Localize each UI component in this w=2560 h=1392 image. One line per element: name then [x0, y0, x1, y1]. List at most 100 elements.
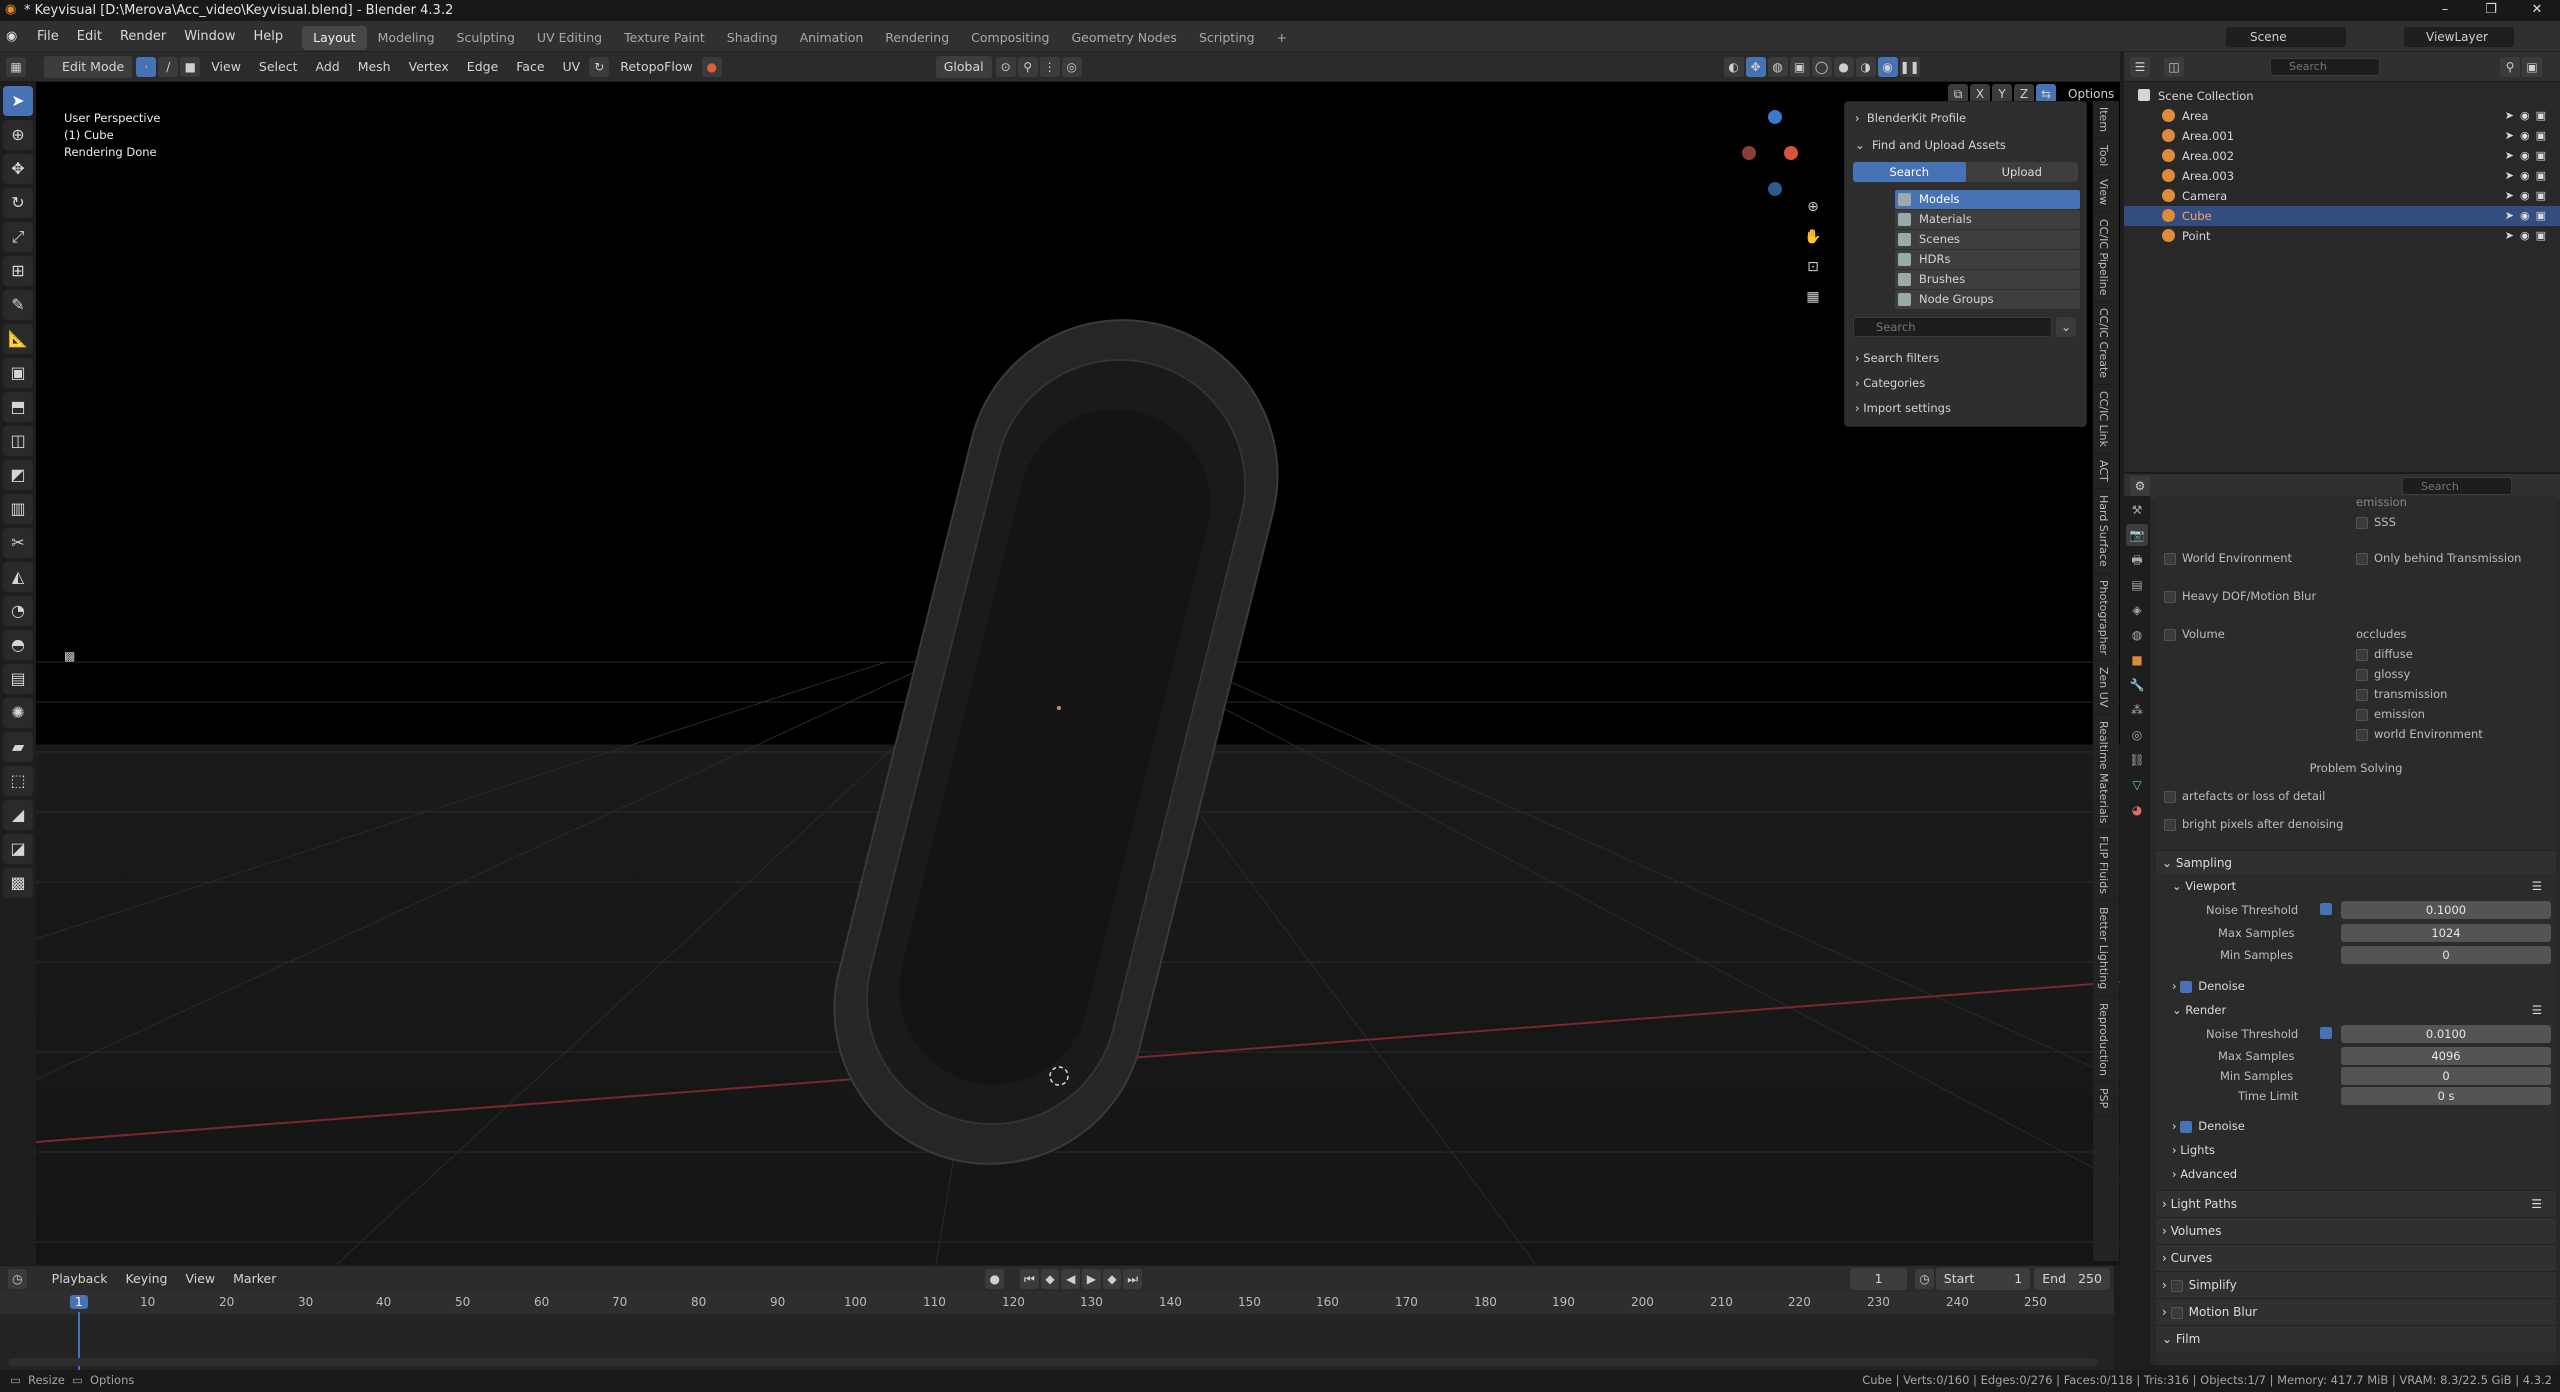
- transmission-checkbox[interactable]: [2356, 688, 2368, 701]
- snap-target-icon[interactable]: ⋮: [1039, 56, 1060, 77]
- menu-add[interactable]: Add: [306, 52, 348, 82]
- poly-build-tool-icon[interactable]: ◭: [3, 562, 33, 592]
- list-icon[interactable]: ☰: [2532, 874, 2542, 898]
- annotate-tool-icon[interactable]: ✎: [3, 290, 33, 320]
- scene-tab-icon[interactable]: ◈: [2126, 599, 2148, 621]
- simplify-checkbox[interactable]: [2170, 1279, 2183, 1292]
- menu-vertex[interactable]: Vertex: [400, 52, 458, 82]
- end-frame-field[interactable]: End 250: [2034, 1268, 2110, 1290]
- face-select-icon[interactable]: ■: [180, 56, 201, 77]
- category-scenes[interactable]: Scenes: [1895, 230, 2080, 249]
- category-materials[interactable]: Materials: [1895, 210, 2080, 229]
- play-reverse-icon[interactable]: ◀: [1061, 1269, 1081, 1289]
- blenderkit-find-header[interactable]: ⌄ Find and Upload Assets: [1845, 134, 2086, 156]
- edge-select-icon[interactable]: /: [158, 56, 179, 77]
- extrude-tool-icon[interactable]: ⬒: [3, 392, 33, 422]
- gizmo-x-icon[interactable]: [1784, 146, 1798, 160]
- timeline-editor-icon[interactable]: ◷: [8, 1269, 27, 1289]
- wireframe-shading-icon[interactable]: ◯: [1811, 56, 1832, 77]
- properties-search-input[interactable]: [2402, 477, 2512, 495]
- render-subpanel-header[interactable]: ⌄ Render ☰: [2156, 998, 2556, 1022]
- r-max-field[interactable]: 4096: [2341, 1047, 2551, 1065]
- vp-min-field[interactable]: 0: [2341, 946, 2551, 964]
- vp-max-field[interactable]: 1024: [2341, 924, 2551, 942]
- tab-modeling[interactable]: Modeling: [367, 26, 446, 50]
- world-tab-icon[interactable]: ◍: [2126, 624, 2148, 646]
- bright-pixels-checkbox[interactable]: [2164, 818, 2176, 831]
- move-tool-icon[interactable]: ✥: [3, 154, 33, 184]
- display-mode-icon[interactable]: ◫: [2164, 56, 2184, 77]
- retopo-tool-icon[interactable]: ◢: [3, 800, 33, 830]
- physics-tab-icon[interactable]: ◎: [2126, 724, 2148, 746]
- xray-icon[interactable]: ▣: [1789, 56, 1810, 77]
- tab-geometry-nodes[interactable]: Geometry Nodes: [1061, 26, 1188, 50]
- outliner-row-cube[interactable]: Cube ➤◉▣: [2124, 206, 2560, 226]
- list-icon[interactable]: ☰: [2532, 998, 2542, 1022]
- sidetab-ccic-link[interactable]: CC/IC Link: [2093, 385, 2114, 455]
- outliner-row-area-001[interactable]: Area.001 ➤◉▣: [2124, 126, 2560, 146]
- add-workspace-icon[interactable]: +: [1266, 26, 1298, 50]
- pause-render-icon[interactable]: ❚❚: [1899, 56, 1920, 77]
- film-panel[interactable]: ⌄ Film: [2156, 1325, 2556, 1352]
- outliner-row-area-003[interactable]: Area.003 ➤◉▣: [2124, 166, 2560, 186]
- menu-keying[interactable]: Keying: [116, 1266, 176, 1292]
- visibility-toggles[interactable]: ➤◉▣: [2505, 146, 2552, 166]
- vp-noise-field[interactable]: 0.1000: [2341, 901, 2551, 919]
- play-icon[interactable]: ▶: [1082, 1269, 1101, 1289]
- vp-denoise-header[interactable]: › Denoise: [2156, 974, 2556, 998]
- import-settings-toggle[interactable]: › Import settings: [1845, 397, 2086, 419]
- menu-help[interactable]: Help: [245, 21, 293, 52]
- tab-scripting[interactable]: Scripting: [1188, 26, 1266, 50]
- spin-tool-icon[interactable]: ◔: [3, 596, 33, 626]
- sidetab-item[interactable]: Item: [2093, 101, 2114, 140]
- sidetab-tool[interactable]: Tool: [2093, 139, 2114, 174]
- volume-checkbox[interactable]: [2164, 628, 2176, 641]
- sidetab-photographer[interactable]: Photographer: [2093, 574, 2114, 662]
- visibility-toggles[interactable]: ➤◉▣: [2505, 206, 2552, 226]
- scene-collection-row[interactable]: Scene Collection: [2124, 86, 2560, 106]
- blenderkit-profile-header[interactable]: › BlenderKit Profile: [1845, 107, 2086, 129]
- measure-tool-icon[interactable]: 📐: [3, 324, 33, 354]
- category-models[interactable]: Models: [1895, 190, 2080, 209]
- vertex-select-icon[interactable]: ·: [136, 56, 157, 77]
- outliner-search-input[interactable]: [2270, 57, 2380, 76]
- outliner-row-area-002[interactable]: Area.002 ➤◉▣: [2124, 146, 2560, 166]
- menu-marker[interactable]: Marker: [224, 1266, 285, 1292]
- shrink-fatten-tool-icon[interactable]: ✺: [3, 698, 33, 728]
- retopoflow-menu[interactable]: RetopoFlow: [611, 52, 701, 82]
- blenderkit-search-tab[interactable]: Search: [1853, 162, 1966, 182]
- sidetab-ccic-pipeline[interactable]: CC/IC Pipeline: [2093, 213, 2114, 303]
- rotate-tool-icon[interactable]: ↻: [3, 188, 33, 218]
- visibility-toggles[interactable]: ➤◉▣: [2505, 186, 2552, 206]
- menu-playback[interactable]: Playback: [43, 1266, 117, 1292]
- menu-select[interactable]: Select: [250, 52, 307, 82]
- curves-panel[interactable]: › Curves: [2156, 1244, 2556, 1271]
- uv-tool-icon[interactable]: ◪: [3, 834, 33, 864]
- orientation-dropdown[interactable]: Global: [935, 55, 992, 78]
- tab-compositing[interactable]: Compositing: [960, 26, 1060, 50]
- blenderkit-upload-tab[interactable]: Upload: [1965, 162, 2078, 182]
- render-tab-icon[interactable]: 📷: [2126, 524, 2148, 546]
- options-dropdown[interactable]: Options: [2058, 87, 2124, 101]
- menu-uv[interactable]: UV: [554, 52, 590, 82]
- solid-shading-icon[interactable]: ●: [1833, 56, 1854, 77]
- sidetab-better-lighting[interactable]: Better Lighting: [2093, 901, 2114, 997]
- menu-edit[interactable]: Edit: [68, 21, 111, 52]
- tab-animation[interactable]: Animation: [789, 26, 875, 50]
- gizmo-icon[interactable]: ✥: [1745, 56, 1766, 77]
- heavy-dof-checkbox[interactable]: [2164, 590, 2176, 603]
- simplify-panel[interactable]: › Simplify: [2156, 1271, 2556, 1298]
- sidetab-psp[interactable]: PSP: [2093, 1082, 2114, 1116]
- jump-start-icon[interactable]: ⏮: [1020, 1269, 1039, 1289]
- diffuse-checkbox[interactable]: [2356, 648, 2368, 661]
- close-icon[interactable]: ✕: [2514, 0, 2560, 21]
- sidetab-hard-surface[interactable]: Hard Surface: [2093, 489, 2114, 574]
- world-environment-occlude-checkbox[interactable]: [2356, 728, 2368, 741]
- tool-tab-icon[interactable]: ⚒: [2126, 499, 2148, 521]
- menu-window[interactable]: Window: [175, 21, 244, 52]
- r-denoise-header[interactable]: › Denoise: [2156, 1114, 2556, 1138]
- sidetab-zen-uv[interactable]: Zen UV: [2093, 661, 2114, 715]
- view-layer-tab-icon[interactable]: ▤: [2126, 574, 2148, 596]
- current-frame-field[interactable]: 1: [1850, 1268, 1908, 1290]
- menu-edge[interactable]: Edge: [458, 52, 507, 82]
